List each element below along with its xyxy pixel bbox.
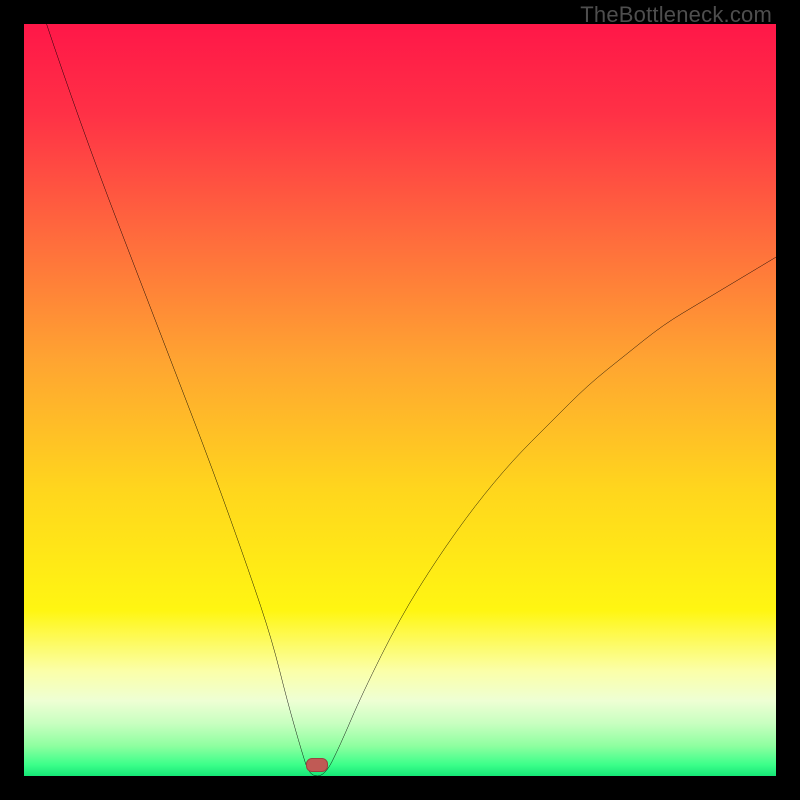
watermark-text: TheBottleneck.com (580, 2, 772, 28)
plot-area (24, 24, 776, 776)
bottleneck-curve (24, 24, 776, 776)
chart-frame: TheBottleneck.com (0, 0, 800, 800)
optimal-marker (306, 758, 328, 772)
